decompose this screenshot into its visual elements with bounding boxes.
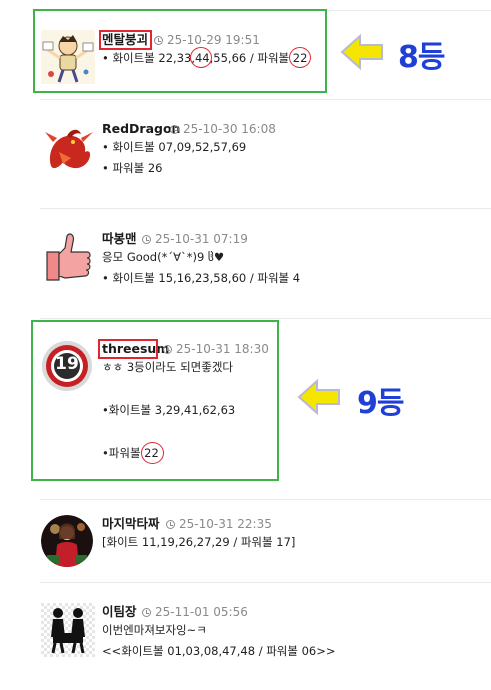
number-circle [141,442,164,464]
avatar[interactable] [41,230,95,284]
comment-text: • 화이트볼 15,16,23,58,60 / 파워볼 4 [102,271,301,285]
arrow-icon [297,379,340,415]
comment-divider [40,499,491,500]
clock-icon [142,607,151,617]
comment-divider [40,582,491,583]
comment-divider [40,318,491,319]
comment-text: 이번엔마져보자잉~ㅋ [102,623,207,637]
author-name[interactable]: 따봉맨 [102,231,137,247]
comment-text: • 파워볼 26 [102,161,163,175]
comment-text: • 화이트볼 07,09,52,57,69 [102,140,247,154]
avatar[interactable] [41,515,93,567]
comment-divider [40,208,491,209]
timestamp: 25-10-31 22:35 [166,516,272,532]
author-name[interactable]: 마지막타짜 [102,516,160,532]
comment-divider [40,99,491,100]
name-highlight [98,339,158,359]
author-name[interactable]: 이팀장 [102,604,137,620]
highlight-box [33,9,327,93]
avatar[interactable] [41,603,95,657]
clock-icon [142,234,151,244]
timestamp: 25-10-31 07:19 [142,231,248,247]
clock-icon [170,124,179,134]
comment-text: <<화이트볼 01,03,08,47,48 / 파워볼 06>> [102,644,336,658]
number-circle [190,47,212,68]
timestamp: 25-10-30 16:08 [170,121,276,137]
name-highlight [99,30,152,50]
rank-label: 8등 [398,40,445,75]
author-name[interactable]: RedDragon [102,121,180,137]
avatar[interactable] [41,122,95,176]
comment-text: 응모 Good(*´∀`*)9 ჱ♥ [102,250,225,264]
rank-label: 9등 [357,386,404,421]
number-circle [289,47,311,68]
arrow-icon [340,34,383,70]
clock-icon [166,519,175,529]
timestamp: 25-11-01 05:56 [142,604,248,620]
comment-text: [화이트 11,19,26,27,29 / 파워볼 17] [102,535,296,549]
